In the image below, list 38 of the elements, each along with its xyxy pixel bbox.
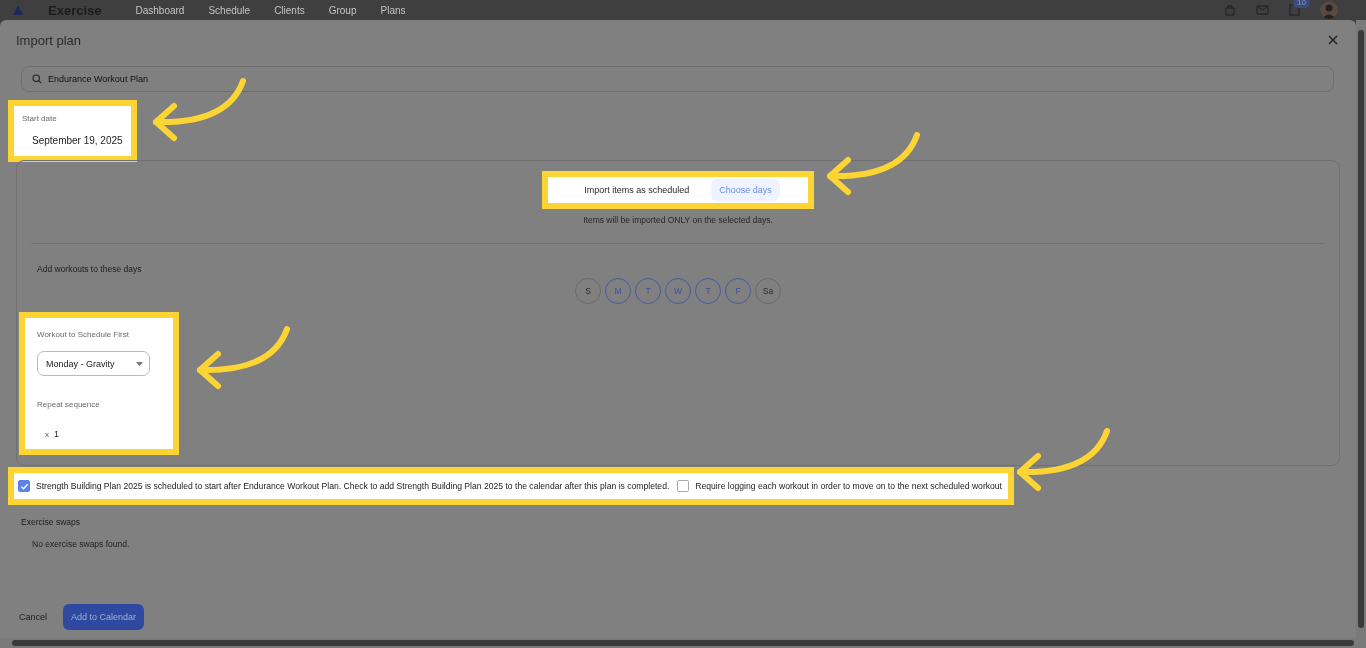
start-date-value[interactable]: September 19, 2025	[32, 135, 123, 146]
mode-tab[interactable]: Choose days	[711, 179, 780, 201]
avatar[interactable]	[1320, 1, 1338, 19]
nav-link[interactable]: Clients	[274, 4, 305, 16]
mail-icon[interactable]	[1256, 5, 1269, 15]
bag-icon[interactable]	[1224, 4, 1236, 16]
notification-badge: 10	[1293, 0, 1310, 8]
search-field[interactable]: Endurance Workout Plan	[21, 66, 1334, 92]
caret-icon	[136, 361, 143, 366]
close-button[interactable]	[1326, 33, 1340, 47]
checkbox[interactable]	[18, 480, 30, 492]
add-to-calendar-button[interactable]: Add to Calendar	[63, 604, 145, 630]
search-input[interactable]: Endurance Workout Plan	[48, 68, 1323, 90]
repeat-value[interactable]: 1	[54, 429, 59, 439]
checkbox-label: Require logging each workout in order to move on to the next scheduled workout	[695, 481, 1002, 491]
note-text: Items will be imported ONLY on the selected days.	[583, 215, 773, 225]
nav-link[interactable]: Group	[328, 4, 357, 16]
multiplier-sign: x	[45, 430, 49, 439]
notification-icon[interactable]	[1289, 4, 1300, 16]
field-label: Repeat sequence	[37, 400, 101, 409]
field-label: Workout to Schedule First	[37, 330, 130, 339]
vertical-scrollbar[interactable]	[1356, 20, 1366, 638]
nav-link[interactable]: Dashboard	[135, 4, 185, 16]
mode-tab[interactable]: Import items as scheduled	[576, 179, 698, 201]
field-label: Start date	[22, 114, 58, 123]
horizontal-scrollbar[interactable]	[0, 638, 1366, 648]
nav-link[interactable]: Schedule	[208, 4, 251, 16]
cancel-button[interactable]: Cancel	[19, 604, 47, 630]
search-icon	[32, 74, 42, 84]
checkbox-label: Strength Building Plan 2025 is scheduled to start after Endurance Workout Plan. Check to add Strength Building Plan 2025 to the calendar after this plan is completed.	[36, 481, 670, 491]
section-label: Add workouts to these days	[37, 264, 142, 274]
checkbox[interactable]	[677, 480, 690, 492]
section-label: Exercise swaps	[21, 517, 81, 527]
nav-link[interactable]: Plans	[380, 4, 406, 16]
dialog-title: Import plan	[16, 32, 82, 48]
logo-icon	[12, 4, 24, 16]
workout-select[interactable]: Monday - Gravity	[37, 351, 150, 376]
empty-message: No exercise swaps found.	[32, 539, 131, 549]
